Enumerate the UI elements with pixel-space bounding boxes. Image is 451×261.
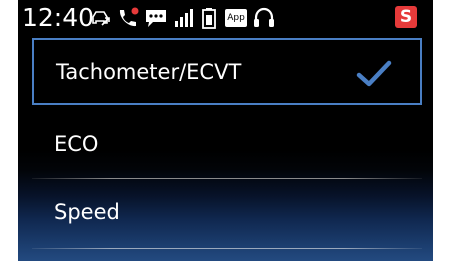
divider: [32, 178, 422, 179]
divider: [32, 248, 422, 249]
signal-strength-icon: [173, 7, 195, 29]
menu-item-eco[interactable]: ECO: [32, 112, 422, 178]
app-icon: App: [224, 7, 248, 29]
app-icon-label: App: [227, 13, 245, 23]
clock: 12:40: [22, 3, 95, 32]
s-badge[interactable]: S: [395, 6, 417, 28]
status-bar: 12:40 App S: [18, 0, 433, 36]
menu-item-label: ECO: [54, 132, 99, 156]
menu-item-tachometer-ecvt[interactable]: Tachometer/ECVT: [32, 38, 422, 105]
checkmark-icon: [356, 60, 392, 88]
drive-mode-icon: [90, 7, 112, 29]
menu-item-label: Speed: [54, 200, 120, 224]
menu-item-label: Tachometer/ECVT: [56, 60, 242, 84]
head-unit-screen: 12:40 App S Tachometer/ECVT ECO Speed: [18, 0, 433, 261]
headset-icon: [252, 7, 276, 29]
battery-icon: [201, 7, 217, 29]
menu-item-speed[interactable]: Speed: [32, 180, 422, 246]
message-icon: [144, 7, 168, 29]
phone-missed-call-icon: [116, 7, 140, 29]
